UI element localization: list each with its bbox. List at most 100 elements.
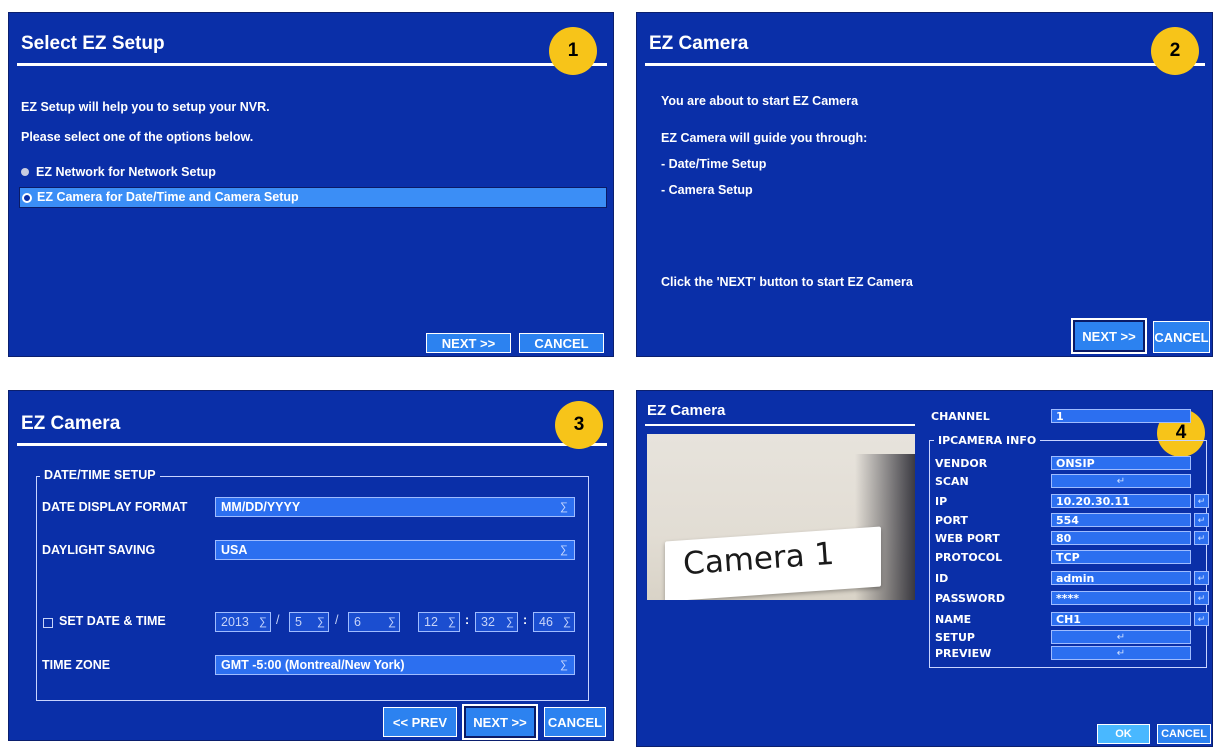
timezone-label: TIME ZONE	[42, 658, 111, 672]
time-separator: :	[465, 613, 470, 627]
camera-preview: Camera 1	[647, 434, 915, 600]
second-select[interactable]: 46 ∑	[533, 612, 575, 632]
id-value: admin	[1056, 571, 1095, 585]
day-select[interactable]: 6 ∑	[348, 612, 400, 632]
dropdown-icon: ∑	[560, 659, 568, 671]
ok-button[interactable]: OK	[1097, 724, 1150, 744]
dropdown-icon: ∑	[448, 616, 456, 628]
dropdown-icon: ∑	[563, 616, 571, 628]
intro-line-1: EZ Setup will help you to setup your NVR…	[21, 100, 270, 114]
port-field[interactable]: 554	[1051, 513, 1191, 527]
intro-line-2: Please select one of the options below.	[21, 130, 254, 144]
prev-button[interactable]: << PREV	[383, 707, 457, 737]
web-port-edit-button[interactable]: ↵	[1194, 531, 1209, 545]
panel-ez-camera-intro: EZ Camera 2 You are about to start EZ Ca…	[636, 12, 1213, 357]
name-field[interactable]: CH1	[1051, 612, 1191, 626]
intro-line-2: EZ Camera will guide you through:	[661, 131, 868, 145]
cancel-button[interactable]: CANCEL	[1157, 724, 1211, 744]
ipcamera-group-label: IPCAMERA INFO	[934, 434, 1041, 447]
year-value: 2013	[221, 615, 249, 629]
preview-label: PREVIEW	[935, 647, 992, 660]
password-edit-button[interactable]: ↵	[1194, 591, 1209, 605]
step-badge: 1	[549, 27, 597, 75]
radio-selected-icon	[22, 193, 32, 203]
cancel-button[interactable]: CANCEL	[544, 707, 606, 737]
set-datetime-label: SET DATE & TIME	[59, 614, 166, 628]
setup-button[interactable]: ↵	[1051, 630, 1191, 644]
setup-label: SETUP	[935, 631, 975, 644]
channel-label: CHANNEL	[931, 410, 990, 423]
panel-title: EZ Camera	[21, 413, 121, 434]
id-field[interactable]: admin	[1051, 571, 1191, 585]
panel-ez-camera-ipcamera: EZ Camera 4 Camera 1 CHANNEL 1 IPCAMERA …	[636, 390, 1213, 747]
daylight-saving-label: DAYLIGHT SAVING	[42, 543, 156, 557]
option-label: EZ Camera for Date/Time and Camera Setup	[37, 190, 299, 204]
name-value: CH1	[1056, 612, 1081, 626]
ip-edit-button[interactable]: ↵	[1194, 494, 1209, 508]
date-format-value: MM/DD/YYYY	[221, 500, 301, 514]
set-datetime-checkbox[interactable]	[43, 618, 53, 628]
step-badge: 2	[1151, 27, 1199, 75]
dropdown-icon: ∑	[259, 616, 267, 628]
cancel-button[interactable]: CANCEL	[1153, 321, 1210, 353]
id-label: ID	[935, 572, 949, 585]
date-separator: /	[335, 613, 339, 627]
port-value: 554	[1056, 513, 1079, 527]
next-button[interactable]: NEXT >>	[426, 333, 511, 353]
web-port-field[interactable]: 80	[1051, 531, 1191, 545]
protocol-select[interactable]: TCP	[1051, 550, 1191, 564]
enter-icon: ↵	[1116, 475, 1126, 487]
password-field[interactable]: ****	[1051, 591, 1191, 605]
dropdown-icon: ∑	[317, 616, 325, 628]
dropdown-icon: ∑	[560, 544, 568, 556]
footer-instruction: Click the 'NEXT' button to start EZ Came…	[661, 275, 913, 289]
scan-button[interactable]: ↵	[1051, 474, 1191, 488]
enter-icon: ↵	[1116, 631, 1126, 643]
cancel-button[interactable]: CANCEL	[519, 333, 604, 353]
channel-value: 1	[1056, 409, 1064, 423]
option-label: EZ Network for Network Setup	[36, 165, 216, 179]
web-port-label: WEB PORT	[935, 532, 1000, 545]
hour-value: 12	[424, 615, 438, 629]
timezone-select[interactable]: GMT -5:00 (Montreal/New York) ∑	[215, 655, 575, 675]
next-button[interactable]: NEXT >>	[462, 704, 538, 740]
vendor-value: ONSIP	[1056, 456, 1095, 470]
name-label: NAME	[935, 613, 972, 626]
second-value: 46	[539, 615, 553, 629]
password-value: ****	[1056, 591, 1080, 605]
date-format-select[interactable]: MM/DD/YYYY ∑	[215, 497, 575, 517]
intro-line-1: You are about to start EZ Camera	[661, 94, 859, 108]
next-button[interactable]: NEXT >>	[1071, 318, 1147, 354]
day-value: 6	[354, 615, 361, 629]
vendor-select[interactable]: ONSIP	[1051, 456, 1191, 470]
year-select[interactable]: 2013 ∑	[215, 612, 271, 632]
date-separator: /	[276, 613, 280, 627]
preview-button[interactable]: ↵	[1051, 646, 1191, 660]
option-ez-camera[interactable]: EZ Camera for Date/Time and Camera Setup	[19, 187, 607, 208]
enter-icon: ↵	[1116, 647, 1126, 659]
panel-select-ez-setup: Select EZ Setup 1 EZ Setup will help you…	[8, 12, 614, 357]
panel-ez-camera-datetime: EZ Camera 3 DATE/TIME SETUP DATE DISPLAY…	[8, 390, 614, 741]
time-separator: :	[523, 613, 528, 627]
timezone-value: GMT -5:00 (Montreal/New York)	[221, 658, 405, 672]
web-port-value: 80	[1056, 531, 1072, 545]
panel-title: EZ Camera	[647, 402, 726, 419]
id-edit-button[interactable]: ↵	[1194, 571, 1209, 585]
name-edit-button[interactable]: ↵	[1194, 612, 1209, 626]
scan-label: SCAN	[935, 475, 969, 488]
protocol-label: PROTOCOL	[935, 551, 1003, 564]
port-edit-button[interactable]: ↵	[1194, 513, 1209, 527]
dropdown-icon: ∑	[506, 616, 514, 628]
protocol-value: TCP	[1056, 550, 1080, 564]
title-underline	[645, 63, 1205, 66]
minute-select[interactable]: 32 ∑	[475, 612, 518, 632]
password-label: PASSWORD	[935, 592, 1006, 605]
option-ez-network[interactable]: EZ Network for Network Setup	[19, 163, 607, 183]
month-select[interactable]: 5 ∑	[289, 612, 329, 632]
hour-select[interactable]: 12 ∑	[418, 612, 460, 632]
datetime-group-label: DATE/TIME SETUP	[40, 468, 160, 482]
ip-field[interactable]: 10.20.30.11	[1051, 494, 1191, 508]
daylight-saving-select[interactable]: USA ∑	[215, 540, 575, 560]
title-underline	[17, 63, 607, 66]
channel-select[interactable]: 1	[1051, 409, 1191, 423]
